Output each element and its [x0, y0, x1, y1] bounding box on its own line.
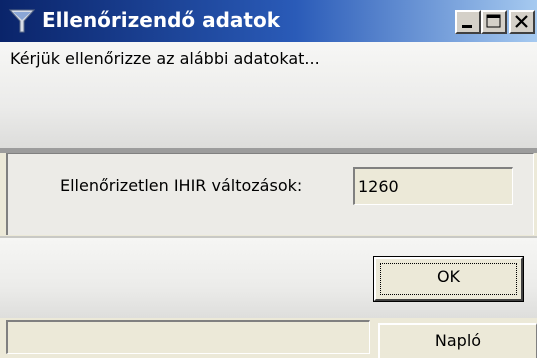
log-button-label: Napló — [434, 331, 482, 350]
unchecked-changes-label: Ellenőrizetlen IHIR változások: — [60, 176, 303, 195]
maximize-button[interactable] — [481, 10, 507, 34]
log-button[interactable]: Napló — [378, 323, 537, 358]
dialog-window: Ellenőrizendő adatok Kérjük ellenőrizze … — [0, 0, 537, 358]
focus-rectangle — [380, 263, 517, 295]
maximize-icon — [486, 14, 501, 28]
unchecked-changes-field[interactable]: 1260 — [353, 167, 513, 205]
minimize-button[interactable] — [455, 10, 481, 34]
ok-button[interactable]: OK — [373, 256, 524, 302]
close-button[interactable] — [509, 10, 535, 34]
status-field — [6, 320, 370, 354]
funnel-icon — [8, 7, 36, 35]
title-bar[interactable]: Ellenőrizendő adatok — [0, 0, 537, 42]
close-icon — [515, 15, 528, 28]
window-title: Ellenőrizendő adatok — [42, 8, 281, 32]
minimize-icon — [462, 25, 472, 28]
instruction-text: Kérjük ellenőrizze az alábbi adatokat... — [10, 49, 320, 68]
